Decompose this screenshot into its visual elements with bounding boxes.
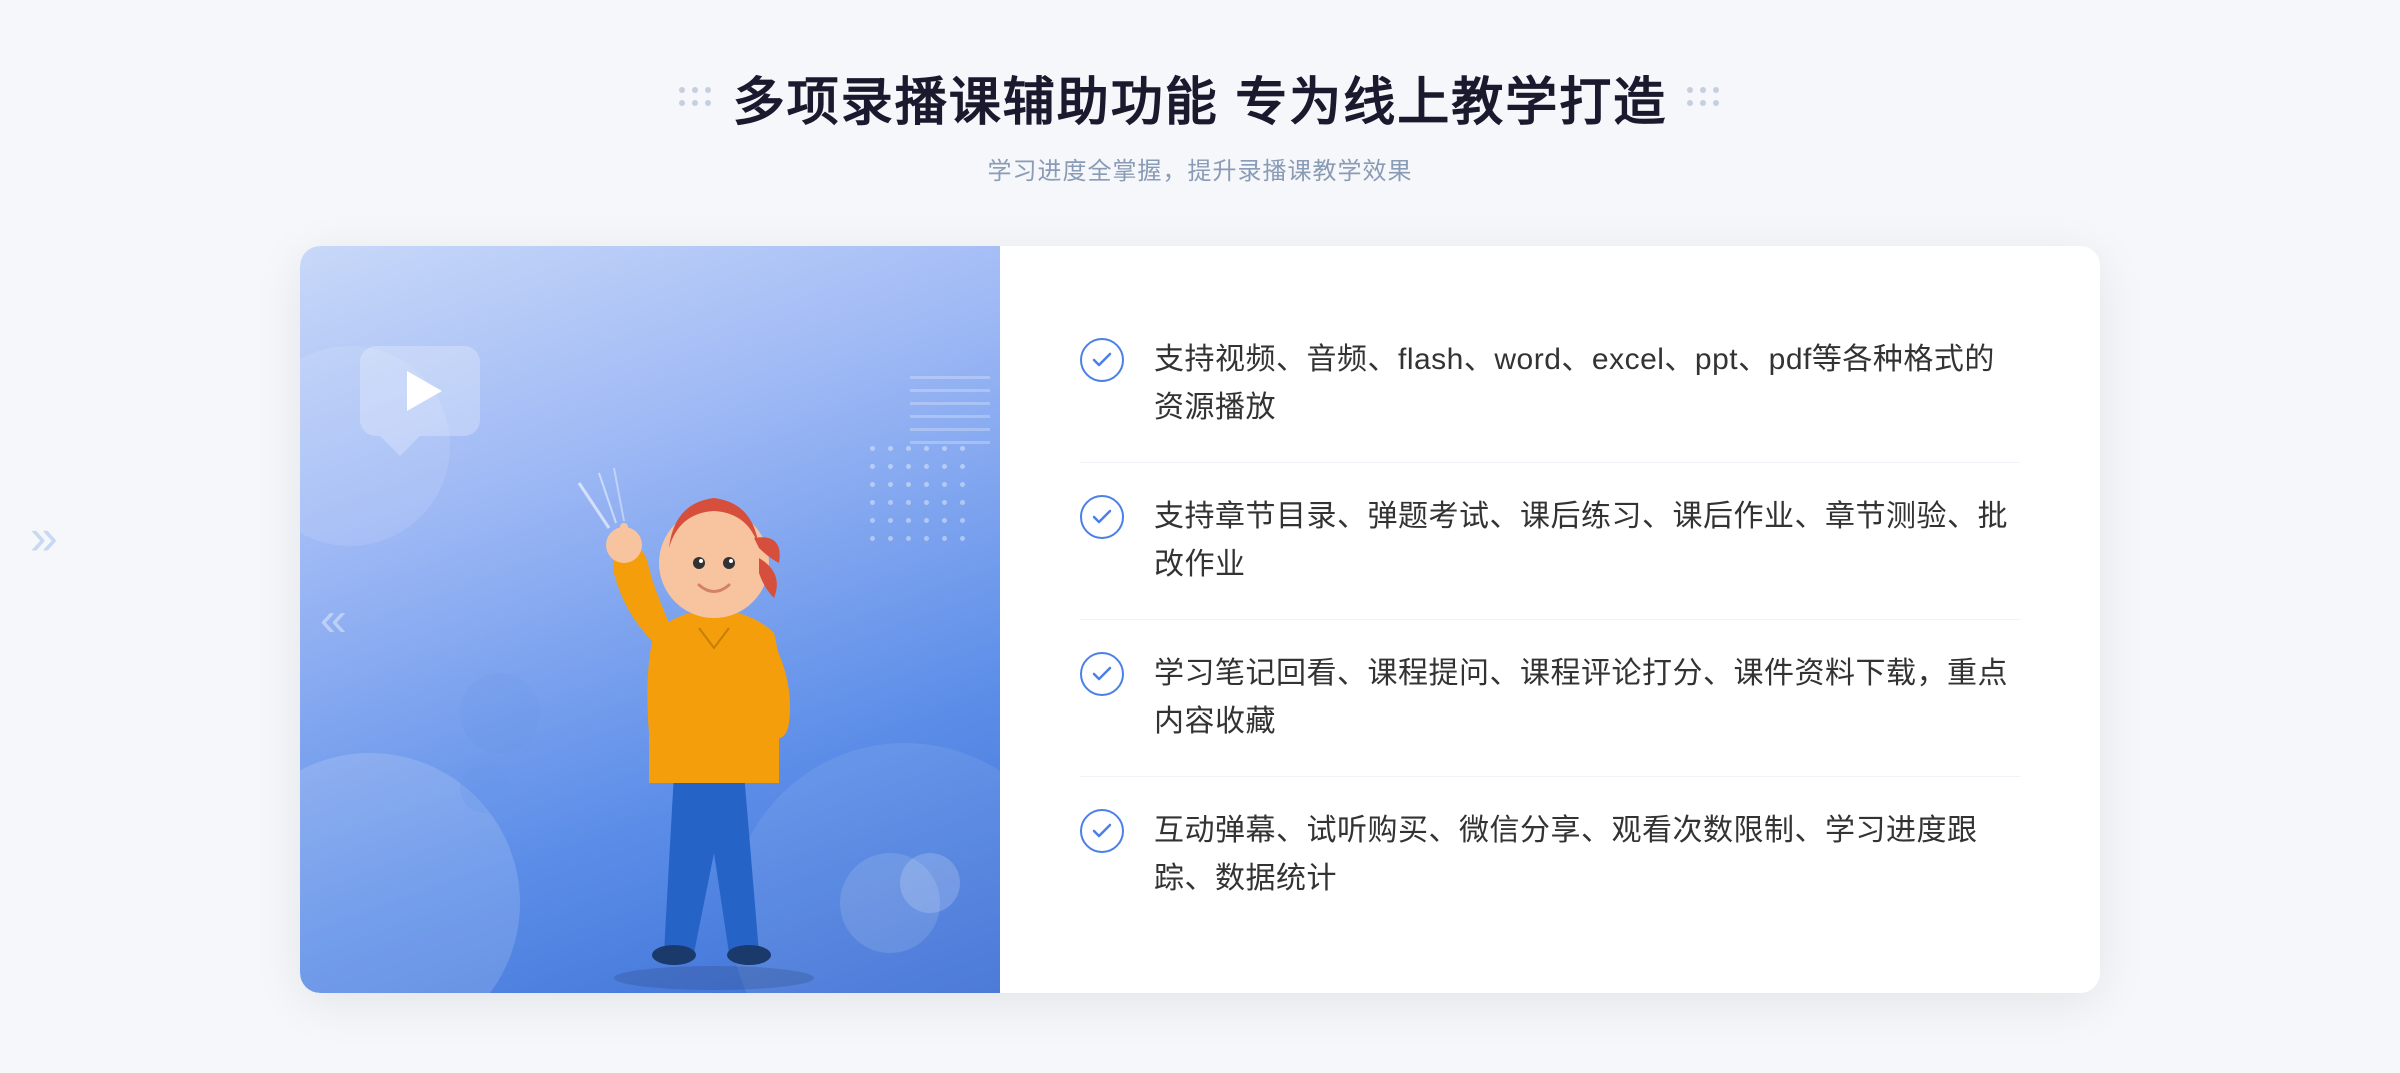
illustration-panel: «: [300, 246, 1000, 993]
content-panel: 支持视频、音频、flash、word、excel、ppt、pdf等各种格式的资源…: [1000, 246, 2100, 993]
decorator-dots-left: [679, 87, 713, 108]
small-circles: [460, 673, 540, 813]
header-section: 多项录播课辅助功能 专为线上教学打造 学习进度全掌握，提升录播课教学效果: [679, 60, 1721, 186]
checkmark-svg-2: [1090, 505, 1114, 529]
feature-item-3: 学习笔记回看、课程提问、课程评论打分、课件资料下载，重点内容收藏: [1080, 620, 2020, 777]
content-card: «: [300, 246, 2100, 993]
header-decorators: 多项录播课辅助功能 专为线上教学打造: [679, 60, 1721, 135]
feature-text-3: 学习笔记回看、课程提问、课程评论打分、课件资料下载，重点内容收藏: [1154, 650, 2020, 746]
checkmark-svg-1: [1090, 348, 1114, 372]
play-bubble: [360, 346, 500, 456]
checkmark-svg-3: [1090, 662, 1114, 686]
feature-item-1: 支持视频、音频、flash、word、excel、ppt、pdf等各种格式的资源…: [1080, 306, 2020, 463]
feature-text-1: 支持视频、音频、flash、word、excel、ppt、pdf等各种格式的资源…: [1154, 336, 2020, 432]
subtitle: 学习进度全掌握，提升录播课教学效果: [679, 151, 1721, 186]
main-title: 多项录播课辅助功能 专为线上教学打造: [733, 60, 1667, 135]
feature-text-4: 互动弹幕、试听购买、微信分享、观看次数限制、学习进度跟踪、数据统计: [1154, 807, 2020, 903]
page-decoration-left: »: [30, 508, 58, 566]
check-icon-4: [1080, 809, 1124, 853]
play-bubble-tail: [380, 436, 420, 456]
feature-text-2: 支持章节目录、弹题考试、课后练习、课后作业、章节测验、批改作业: [1154, 493, 2020, 589]
checkmark-svg-4: [1090, 819, 1114, 843]
person-illustration: [554, 433, 874, 993]
page-wrapper: » 多项录播课辅助功能 专为线上教学打造 学习进度全掌握，提升录播课: [0, 0, 2400, 1073]
chevron-decoration-icon: »: [30, 509, 58, 565]
feature-item-4: 互动弹幕、试听购买、微信分享、观看次数限制、学习进度跟踪、数据统计: [1080, 777, 2020, 933]
check-icon-2: [1080, 495, 1124, 539]
decorator-dots-right: [1687, 87, 1721, 108]
bottom-circle-2: [900, 853, 960, 913]
chevron-left-icon: «: [320, 592, 347, 647]
check-icon-3: [1080, 652, 1124, 696]
check-icon-1: [1080, 338, 1124, 382]
hatch-decoration: [910, 376, 990, 496]
play-icon: [407, 371, 442, 411]
play-bubble-inner: [360, 346, 480, 436]
feature-item-2: 支持章节目录、弹题考试、课后练习、课后作业、章节测验、批改作业: [1080, 463, 2020, 620]
